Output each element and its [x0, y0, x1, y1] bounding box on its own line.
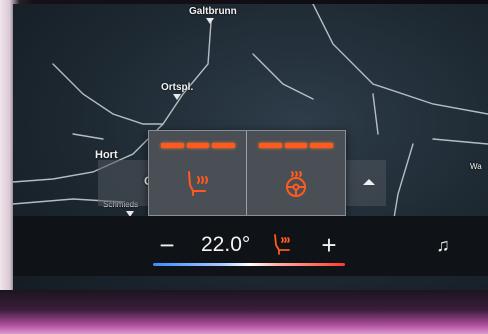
- map-label-galtbrunn: Galtbrunn: [189, 6, 237, 17]
- temperature-decrease-button[interactable]: −: [153, 230, 181, 260]
- heat-level-bar: [259, 143, 282, 148]
- chevron-up-icon[interactable]: [363, 179, 375, 185]
- screen-bezel-bottom: [0, 290, 488, 334]
- popup-divider: [246, 131, 247, 215]
- seat-heating-icon: [188, 171, 208, 196]
- temperature-gradient-bar: [153, 263, 345, 266]
- temperature-increase-button[interactable]: +: [315, 230, 343, 260]
- climate-control-bar: − 22.0° + ♫: [13, 216, 488, 276]
- steering-wheel-heating-button[interactable]: [249, 135, 341, 211]
- heat-level-bar: [161, 143, 184, 148]
- heat-level-bar: [310, 143, 334, 148]
- steering-wheel-heat-level: [259, 143, 334, 149]
- seat-heating-icon[interactable]: [271, 232, 293, 256]
- map-label-ortspl: Ortspl.: [161, 82, 194, 93]
- driver-seat-heating-button[interactable]: [151, 135, 243, 211]
- infotainment-screen: Galtbrunn Ortspl. Hort Schmieds Wa C: [13, 4, 488, 304]
- temperature-value[interactable]: 22.0°: [201, 232, 250, 258]
- heat-level-bar: [186, 143, 210, 148]
- seat-heating-popup: [148, 130, 346, 216]
- heat-level-bar: [284, 143, 308, 148]
- map-label-right: Wa: [470, 162, 482, 171]
- music-note-icon[interactable]: ♫: [433, 234, 453, 256]
- steering-wheel-heating-icon: [286, 171, 306, 197]
- heat-level-bar: [212, 143, 236, 148]
- map-poi-marker-galtbrunn: [206, 18, 214, 24]
- driver-seat-heat-level: [161, 143, 236, 149]
- photo-background: Galtbrunn Ortspl. Hort Schmieds Wa C: [0, 0, 488, 334]
- map-poi-marker-ortspl: [173, 94, 181, 100]
